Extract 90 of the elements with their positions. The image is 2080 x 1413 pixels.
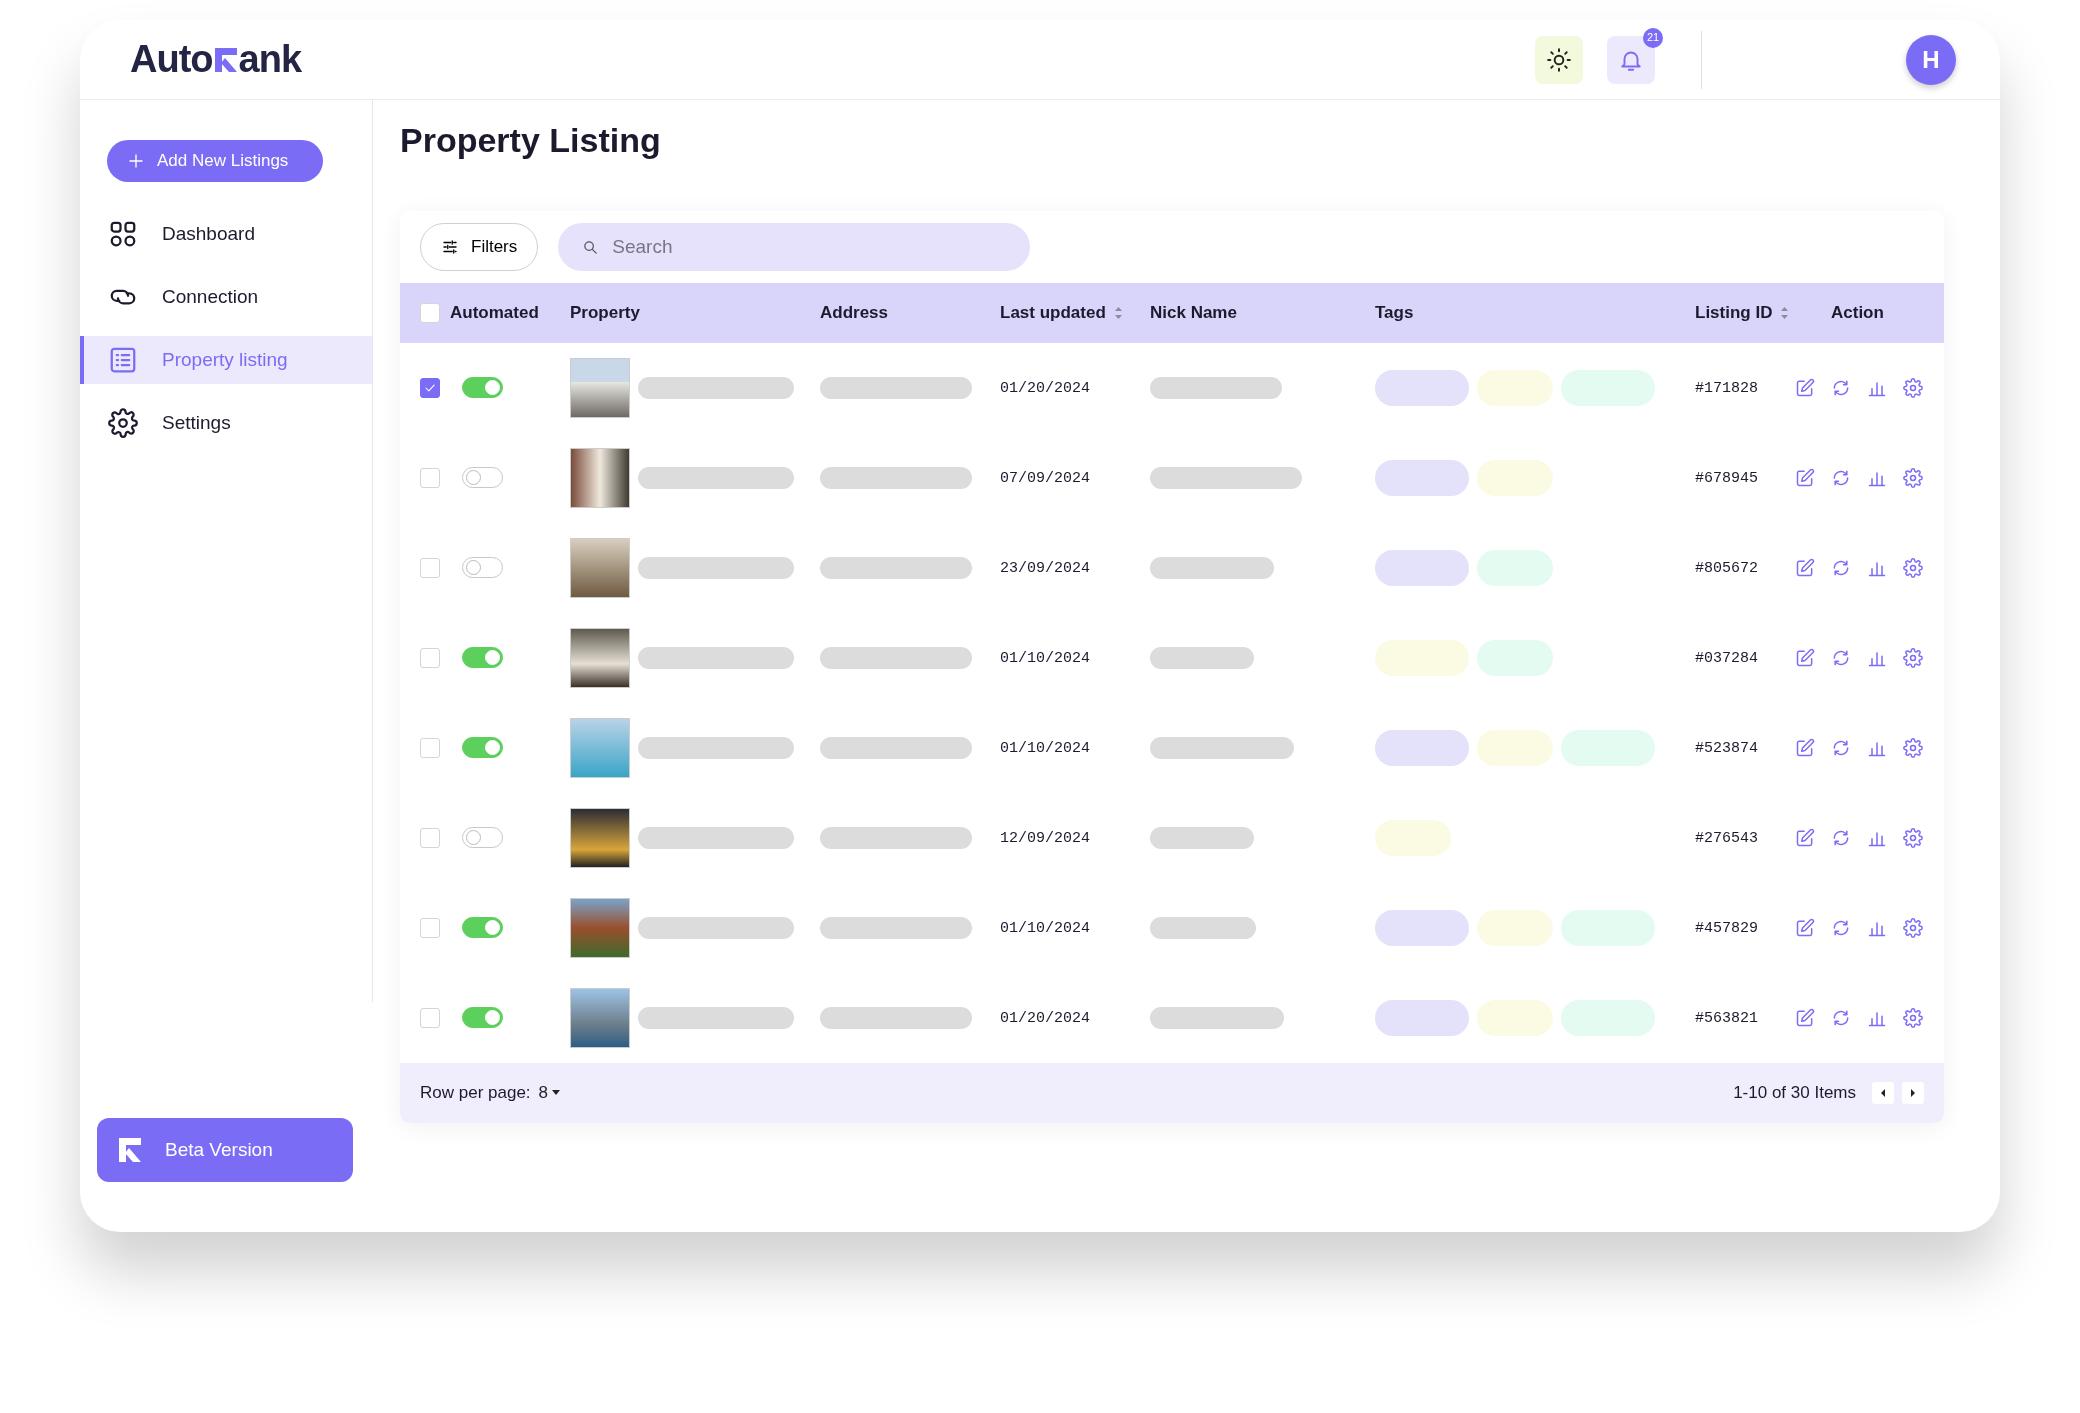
photo-placeholder <box>570 987 630 1048</box>
column-header: Property <box>570 302 640 325</box>
row-checkbox[interactable] <box>420 377 440 398</box>
date-text: 12/09/2024 <box>1000 830 1090 848</box>
theme-toggle-button[interactable] <box>1535 35 1583 84</box>
pagination-range: 1-10 of 30 Items <box>1733 1082 1856 1105</box>
rows-per-page-dropdown[interactable]: 8 <box>538 1080 561 1106</box>
notification-badge: 21 <box>1643 27 1663 48</box>
list-icon <box>108 345 138 375</box>
beta-version-button[interactable]: Beta Version <box>97 1118 353 1182</box>
photo-placeholder <box>570 717 630 778</box>
photo-placeholder <box>570 897 630 958</box>
column-header: Address <box>820 302 889 325</box>
page-title: Property Listing <box>400 120 662 161</box>
search-field[interactable]: Search <box>558 222 1031 271</box>
listing-id: #037284 <box>1695 650 1758 668</box>
edit-icon[interactable] <box>1795 827 1815 848</box>
automation-toggle[interactable] <box>462 1007 503 1029</box>
logo-text: ank <box>238 37 301 82</box>
settings-icon[interactable] <box>1903 827 1923 848</box>
automation-toggle[interactable] <box>462 557 503 579</box>
edit-icon[interactable] <box>1795 737 1815 758</box>
column-header: Action <box>1831 302 1884 325</box>
column-header: Last updated <box>1000 302 1106 325</box>
photo-placeholder <box>570 537 630 598</box>
edit-icon[interactable] <box>1795 647 1815 668</box>
edit-icon[interactable] <box>1795 377 1815 398</box>
user-avatar[interactable]: H <box>1906 34 1956 85</box>
plus-icon <box>127 152 145 170</box>
sort-icon[interactable] <box>1113 305 1123 320</box>
date-text: 01/10/2024 <box>1000 650 1090 668</box>
automation-toggle[interactable] <box>462 827 503 849</box>
caret-icon <box>1909 1087 1917 1098</box>
photo-placeholder <box>570 627 630 688</box>
sun-icon <box>1546 46 1572 73</box>
column-header: Tags <box>1375 302 1414 325</box>
settings-icon[interactable] <box>1903 377 1923 398</box>
logo-mark-icon <box>117 1136 143 1164</box>
settings-icon[interactable] <box>1903 917 1923 938</box>
column-header: Nick Name <box>1150 302 1237 325</box>
listing-id: #457829 <box>1695 920 1758 938</box>
logo-mark-icon <box>212 45 239 74</box>
listing-id: #171828 <box>1695 380 1758 398</box>
date-text: 01/10/2024 <box>1000 740 1090 758</box>
sort-icon[interactable] <box>1780 305 1790 320</box>
settings-icon[interactable] <box>1903 467 1923 488</box>
column-header: Automated <box>450 302 539 325</box>
settings-icon[interactable] <box>1903 737 1923 758</box>
sidebar-item[interactable]: Settings <box>80 399 372 447</box>
automation-toggle[interactable] <box>462 377 503 399</box>
photo-placeholder <box>570 357 630 418</box>
logo-text: Auto <box>130 37 213 82</box>
grid-icon <box>108 219 138 249</box>
add-listing-button[interactable]: Add New Listings <box>107 140 323 182</box>
listing-id: #678945 <box>1695 470 1758 488</box>
next-page-button[interactable] <box>1902 1081 1924 1104</box>
column-header: Listing ID <box>1695 302 1773 325</box>
sidebar-item[interactable]: Dashboard <box>80 210 372 258</box>
edit-icon[interactable] <box>1795 467 1815 488</box>
listing-id: #805672 <box>1695 560 1758 578</box>
date-text: 01/10/2024 <box>1000 920 1090 938</box>
date-text: 01/20/2024 <box>1000 1010 1090 1028</box>
sliders-icon <box>441 237 459 256</box>
caret-icon <box>552 1090 561 1096</box>
listing-id: #523874 <box>1695 740 1758 758</box>
photo-placeholder <box>570 807 630 868</box>
previous-page-button[interactable] <box>1872 1081 1894 1104</box>
settings-icon[interactable] <box>1903 647 1923 668</box>
automation-toggle[interactable] <box>462 467 503 489</box>
settings-icon[interactable] <box>1903 557 1923 578</box>
rows-per-page-label: Row per page: <box>420 1082 531 1105</box>
edit-icon[interactable] <box>1795 1007 1815 1028</box>
automation-toggle[interactable] <box>462 917 503 939</box>
edit-icon[interactable] <box>1795 917 1815 938</box>
settings-icon[interactable] <box>1903 1007 1923 1028</box>
sidebar-item[interactable]: Connection <box>80 273 372 321</box>
listing-id: #276543 <box>1695 830 1758 848</box>
search-icon <box>582 238 600 256</box>
automation-toggle[interactable] <box>462 647 503 669</box>
filters-button[interactable]: Filters <box>420 222 539 271</box>
date-text: 01/20/2024 <box>1000 380 1090 398</box>
automation-toggle[interactable] <box>462 737 503 759</box>
date-text: 07/09/2024 <box>1000 470 1090 488</box>
photo-placeholder <box>570 447 630 508</box>
settings-icon <box>108 408 138 438</box>
select-all-checkbox[interactable] <box>420 302 440 323</box>
date-text: 23/09/2024 <box>1000 560 1090 578</box>
edit-icon[interactable] <box>1795 557 1815 578</box>
caret-icon <box>1879 1087 1887 1098</box>
listing-id: #563821 <box>1695 1010 1758 1028</box>
